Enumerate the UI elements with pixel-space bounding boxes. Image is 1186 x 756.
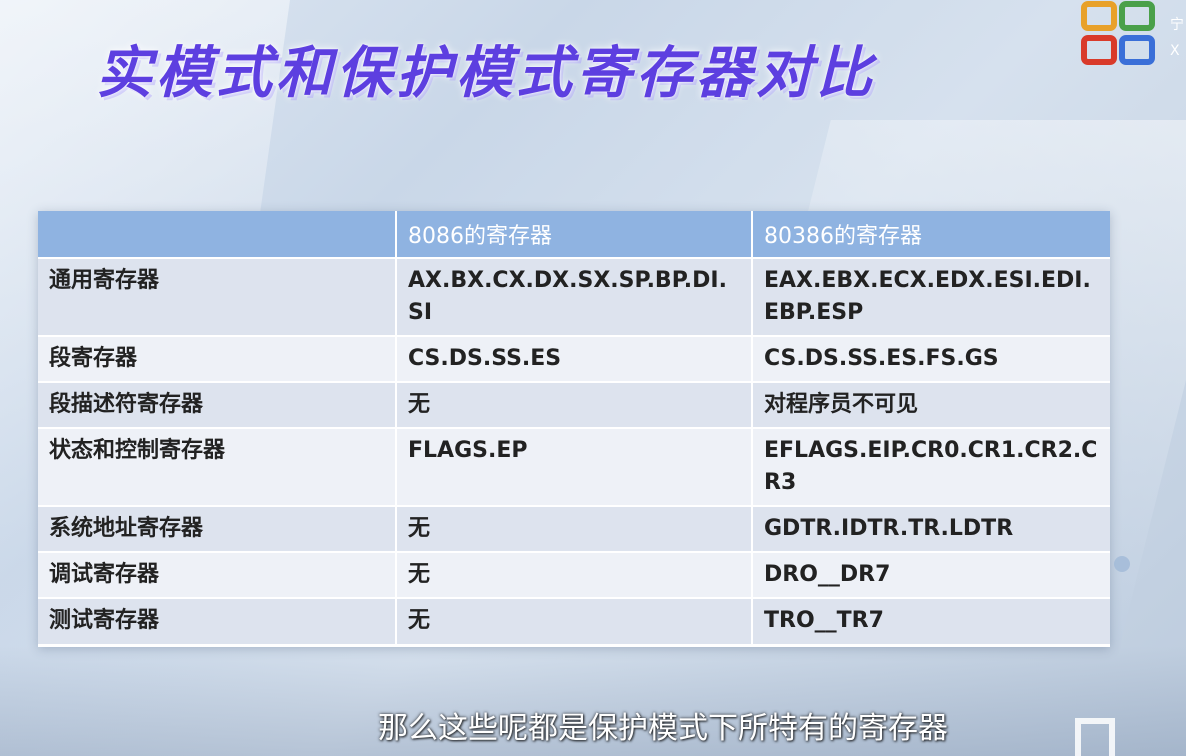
- row-label: 通用寄存器: [38, 257, 397, 336]
- logo-tail-text: 宁 X: [1170, 12, 1186, 62]
- row-label: 状态和控制寄存器: [38, 427, 397, 506]
- slide-title: 实模式和保护模式寄存器对比: [96, 41, 876, 106]
- table-row: 测试寄存器 无 TRO__TR7: [38, 597, 1110, 644]
- cell-8086: 无: [396, 505, 753, 552]
- cell-80386: TRO__TR7: [752, 597, 1110, 644]
- table-row: 系统地址寄存器 无 GDTR.IDTR.TR.LDTR: [38, 505, 1110, 552]
- cell-80386: DRO__DR7: [752, 551, 1110, 598]
- cell-80386: EFLAGS.EIP.CR0.CR1.CR2.CR3: [752, 427, 1110, 506]
- register-comparison-table: 8086的寄存器 80386的寄存器 通用寄存器 AX.BX.CX.DX.SX.…: [38, 211, 1110, 647]
- cell-80386: EAX.EBX.ECX.EDX.ESI.EDI.EBP.ESP: [752, 257, 1110, 336]
- table-row: 段寄存器 CS.DS.SS.ES CS.DS.SS.ES.FS.GS: [38, 335, 1110, 382]
- table-row: 调试寄存器 无 DRO__DR7: [38, 551, 1110, 598]
- row-label: 段寄存器: [38, 335, 397, 382]
- header-8086: 8086的寄存器: [396, 211, 753, 258]
- table-row: 段描述符寄存器 无 对程序员不可见: [38, 381, 1110, 428]
- cell-8086: FLAGS.EP: [396, 427, 753, 506]
- table-row: 状态和控制寄存器 FLAGS.EP EFLAGS.EIP.CR0.CR1.CR2…: [38, 427, 1110, 506]
- cell-8086: 无: [396, 551, 753, 598]
- cell-8086: CS.DS.SS.ES: [396, 335, 753, 382]
- cell-8086: 无: [396, 381, 753, 428]
- cell-8086: 无: [396, 597, 753, 644]
- row-label: 测试寄存器: [38, 597, 397, 644]
- video-subtitle: 那么这些呢都是保护模式下所特有的寄存器: [378, 711, 948, 746]
- grid-logo-icon: [1081, 1, 1155, 65]
- row-label: 系统地址寄存器: [38, 505, 397, 552]
- row-label: 段描述符寄存器: [38, 381, 397, 428]
- cell-80386: 对程序员不可见: [752, 381, 1110, 428]
- cell-8086: AX.BX.CX.DX.SX.SP.BP.DI.SI: [396, 257, 753, 336]
- row-label: 调试寄存器: [38, 551, 397, 598]
- header-empty: [38, 211, 397, 258]
- table-header-row: 8086的寄存器 80386的寄存器: [38, 211, 1110, 258]
- cell-80386: GDTR.IDTR.TR.LDTR: [752, 505, 1110, 552]
- cell-80386: CS.DS.SS.ES.FS.GS: [752, 335, 1110, 382]
- table-row: 通用寄存器 AX.BX.CX.DX.SX.SP.BP.DI.SI EAX.EBX…: [38, 257, 1110, 336]
- logo-tail-char-2: X: [1170, 43, 1180, 59]
- logo-tail-char-1: 宁: [1170, 17, 1184, 33]
- header-80386: 80386的寄存器: [752, 211, 1110, 258]
- decorative-dot: [1114, 556, 1130, 572]
